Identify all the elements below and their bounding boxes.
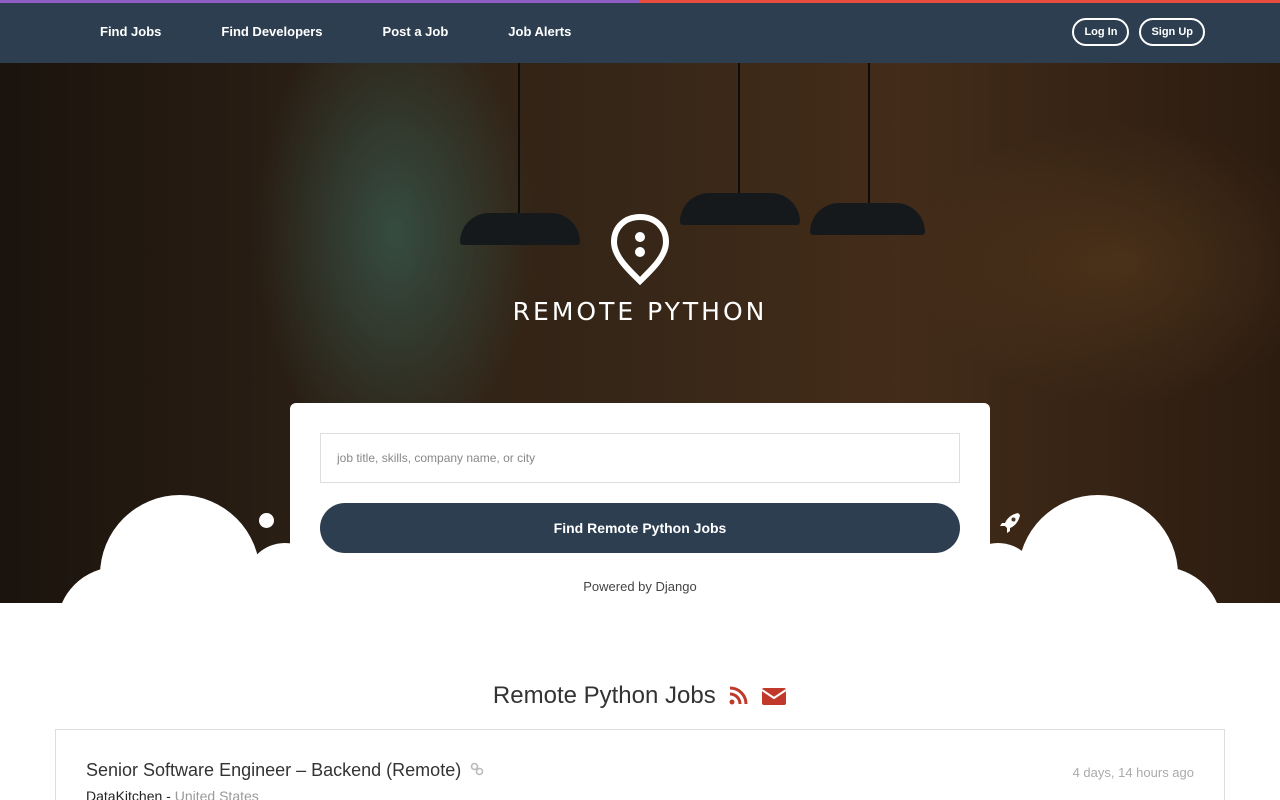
navbar: Find Jobs Find Developers Post a Job Job… <box>0 0 1280 63</box>
accent-stripe-right <box>640 0 1280 3</box>
bullet-decoration <box>259 513 274 528</box>
job-meta: DataKitchen - United States <box>86 788 259 800</box>
search-card: Find Remote Python Jobs Powered by Djang… <box>290 403 990 603</box>
location-pin-icon <box>610 213 670 285</box>
job-location: United States <box>174 788 259 800</box>
main-nav: Find Jobs Find Developers Post a Job Job… <box>100 0 631 63</box>
rss-icon[interactable] <box>728 686 748 706</box>
login-button[interactable]: Log In <box>1072 18 1130 46</box>
nav-find-developers[interactable]: Find Developers <box>221 24 322 39</box>
jobs-section-title: Remote Python Jobs <box>492 682 716 709</box>
nav-job-alerts[interactable]: Job Alerts <box>508 24 571 39</box>
signup-button[interactable]: Sign Up <box>1139 18 1205 46</box>
cloud-decoration <box>57 567 177 687</box>
job-company: DataKitchen <box>86 788 163 800</box>
find-jobs-button[interactable]: Find Remote Python Jobs <box>320 503 960 553</box>
jobs-section-header: Remote Python Jobs <box>0 682 1280 710</box>
auth-buttons: Log In Sign Up <box>1072 18 1205 46</box>
envelope-icon[interactable] <box>761 686 787 706</box>
nav-find-jobs[interactable]: Find Jobs <box>100 24 161 39</box>
job-title-row: Senior Software Engineer – Backend (Remo… <box>86 760 484 781</box>
brand-logo: REMOTE PYTHON <box>0 213 1280 326</box>
job-listing[interactable]: Senior Software Engineer – Backend (Remo… <box>55 729 1225 800</box>
brand-name: REMOTE PYTHON <box>512 297 768 326</box>
job-posted-time: 4 days, 14 hours ago <box>1072 765 1194 780</box>
job-title[interactable]: Senior Software Engineer – Backend (Remo… <box>86 760 461 780</box>
job-search-input[interactable] <box>320 433 960 483</box>
rocket-icon <box>1000 513 1020 533</box>
link-icon[interactable] <box>470 762 484 776</box>
nav-post-a-job[interactable]: Post a Job <box>383 24 449 39</box>
powered-by-text: Powered by Django <box>583 579 697 594</box>
job-meta-separator: - <box>166 788 171 800</box>
cloud-decoration <box>1102 567 1222 687</box>
